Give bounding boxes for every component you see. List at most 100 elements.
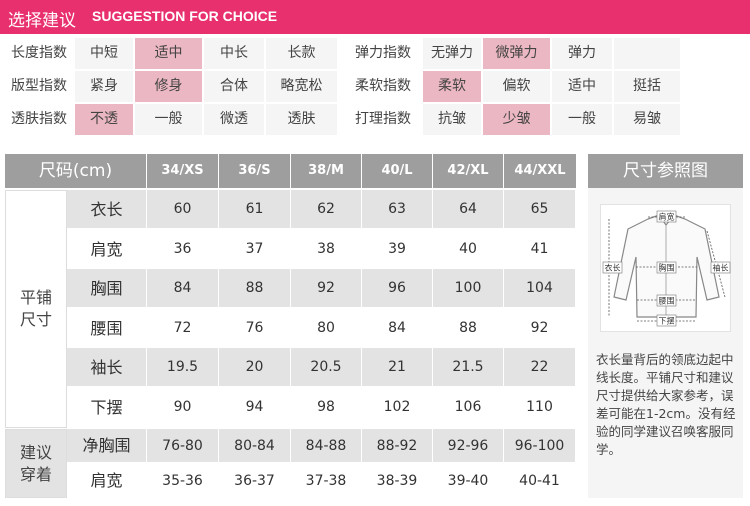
table-cell: 38	[291, 229, 362, 269]
suggestion-option: 无弹力	[423, 38, 481, 69]
suggestion-option: 合体	[204, 71, 264, 102]
table-cell: 104	[504, 269, 576, 309]
suggestion-option: 略宽松	[266, 71, 337, 102]
size-table: 尺码(cm) 34/XS 36/S 38/M 40/L 42/XL 44/XXL…	[5, 154, 576, 498]
diagram-label-hem: 下摆	[659, 316, 675, 326]
suggestion-option: 抗皱	[423, 104, 481, 135]
table-cell: 92	[291, 269, 362, 309]
row-label: 袖长	[67, 348, 147, 388]
row-label: 衣长	[67, 190, 147, 229]
suggestion-option: 易皱	[614, 104, 680, 135]
table-cell: 106	[433, 388, 504, 427]
suggestion-label: 长度指数	[5, 38, 73, 69]
diagram-label-length: 衣长	[605, 263, 621, 273]
table-row: 下摆 90 94 98 102 106 110	[5, 388, 576, 427]
suggestion-option	[614, 38, 680, 69]
suggestion-label: 版型指数	[5, 71, 73, 102]
suggestion-option-selected: 微弹力	[483, 38, 550, 69]
table-cell: 40	[433, 229, 504, 269]
suggestion-option: 微透	[204, 104, 264, 135]
table-cell: 36-37	[219, 463, 291, 498]
suggestion-label: 打理指数	[345, 104, 421, 135]
table-cell: 61	[219, 190, 291, 229]
size-col-header: 34/XS	[147, 154, 219, 188]
shirt-diagram: 肩宽 衣长 胸围 袖长 腰围 下摆	[600, 204, 731, 332]
suggestion-label: 柔软指数	[345, 71, 421, 102]
table-cell: 37-38	[291, 463, 362, 498]
table-cell: 19.5	[147, 348, 219, 388]
size-col-header: 38/M	[291, 154, 362, 188]
table-cell: 20	[219, 348, 291, 388]
table-cell: 76	[219, 308, 291, 348]
table-cell: 84-88	[291, 429, 362, 463]
group-label-flat: 平铺尺寸	[5, 190, 67, 428]
table-row: 腰围 72 76 80 84 88 92	[5, 308, 576, 348]
table-cell: 21	[362, 348, 433, 388]
row-label: 肩宽	[67, 463, 147, 498]
table-cell: 39	[362, 229, 433, 269]
table-row: 胸围 84 88 92 96 100 104	[5, 269, 576, 309]
suggestion-label: 弹力指数	[345, 38, 421, 69]
table-cell: 21.5	[433, 348, 504, 388]
table-row: 肩宽 36 37 38 39 40 41	[5, 229, 576, 269]
table-cell: 98	[291, 388, 362, 427]
table-cell: 20.5	[291, 348, 362, 388]
diagram-label-sleeve: 袖长	[713, 263, 729, 273]
suggestion-option: 长款	[266, 38, 337, 69]
diagram-label-waist: 腰围	[659, 297, 675, 306]
suggestion-option: 紧身	[75, 71, 133, 102]
size-col-header: 44/XXL	[514, 163, 566, 178]
table-cell: 41	[504, 229, 576, 269]
reference-note: 衣长量背后的领底边起中线长度。平铺尺寸和建议尺寸提供给大家参考，误差可能在1-2…	[596, 352, 736, 457]
suggestion-option: 一般	[135, 104, 202, 135]
suggestion-row: 透肤指数 不透 一般 微透 透肤 打理指数 抗皱 少皱 一般 易皱	[5, 104, 743, 135]
suggestion-option: 中短	[75, 38, 133, 69]
size-table-corner: 尺码(cm)	[5, 154, 147, 188]
shirt-diagram-svg: 肩宽 衣长 胸围 袖长 腰围 下摆	[602, 210, 731, 327]
table-cell: 110	[504, 388, 576, 427]
table-cell: 92-96	[433, 429, 504, 463]
suggestion-option-selected: 柔软	[423, 71, 481, 102]
suggestion-option-selected: 修身	[135, 71, 202, 102]
table-cell: 88	[219, 269, 291, 309]
table-cell: 39-40	[433, 463, 504, 498]
table-cell: 72	[147, 308, 219, 348]
table-cell: 76-80	[147, 429, 219, 463]
group-label-text: 建议穿着	[19, 442, 52, 484]
table-cell: 90	[147, 388, 219, 427]
reference-title: 尺寸参照图	[588, 154, 743, 188]
suggestion-option: 偏软	[483, 71, 550, 102]
row-label: 腰围	[67, 308, 147, 348]
table-cell: 65	[504, 190, 576, 229]
diagram-label-shoulder: 肩宽	[659, 212, 675, 222]
row-label: 肩宽	[67, 229, 147, 269]
size-col-header: 40/L	[362, 154, 433, 188]
table-row: 净胸围 76-80 80-84 84-88 88-92 92-96 96-100	[5, 429, 576, 463]
table-cell: 88-92	[362, 429, 433, 463]
size-col-header: 42/XL	[433, 154, 504, 188]
table-cell: 88	[433, 308, 504, 348]
diagram-label-chest: 胸围	[659, 263, 675, 273]
suggestion-option-selected: 适中	[135, 38, 202, 69]
table-cell: 100	[433, 269, 504, 309]
table-cell: 102	[362, 388, 433, 427]
table-cell: 92	[504, 308, 576, 348]
table-row: 袖长 19.5 20 20.5 21 21.5 22	[5, 348, 576, 388]
table-row: 衣长 60 61 62 63 64 65	[5, 190, 576, 229]
table-cell: 96	[362, 269, 433, 309]
table-cell: 63	[362, 190, 433, 229]
group-label-suggest: 建议穿着	[5, 429, 67, 498]
table-cell: 94	[219, 388, 291, 427]
table-cell: 80	[291, 308, 362, 348]
suggestion-option: 挺括	[614, 71, 680, 102]
table-cell: 38-39	[362, 463, 433, 498]
table-cell: 80-84	[219, 429, 291, 463]
table-cell: 36	[147, 229, 219, 269]
reference-panel: 尺寸参照图 肩宽 衣长 胸围 袖长 腰围 下摆 衣长量背后的领底边起中线长度。平…	[588, 154, 743, 498]
suggestion-row: 版型指数 紧身 修身 合体 略宽松 柔软指数 柔软 偏软 适中 挺括	[5, 71, 743, 102]
suggestion-option: 弹力	[552, 38, 612, 69]
suggestion-option: 一般	[552, 104, 612, 135]
table-cell: 96-100	[504, 429, 576, 463]
header-title-en: SUGGESTION FOR CHOICE	[92, 8, 278, 24]
table-cell: 35-36	[147, 463, 219, 498]
